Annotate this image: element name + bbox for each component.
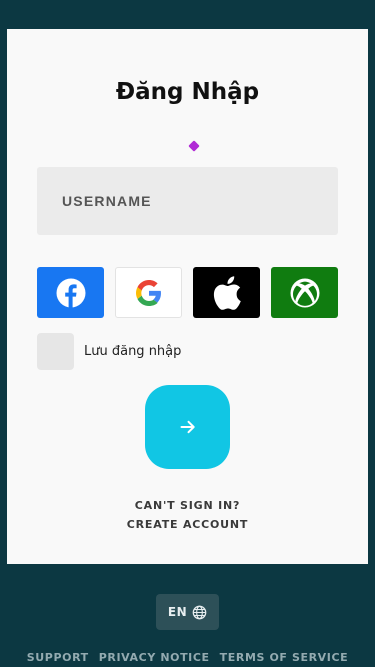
- language-code: EN: [167, 605, 188, 619]
- privacy-notice-link[interactable]: PRIVACY NOTICE: [99, 651, 210, 664]
- apple-icon: [213, 275, 241, 310]
- support-link[interactable]: SUPPORT: [27, 651, 89, 664]
- language-selector[interactable]: EN: [156, 594, 219, 630]
- submit-button[interactable]: [145, 385, 230, 469]
- create-account-link[interactable]: CREATE ACCOUNT: [7, 518, 368, 531]
- xbox-icon: [290, 278, 319, 307]
- apple-login-button[interactable]: [193, 267, 260, 318]
- diamond-icon: [188, 140, 200, 152]
- footer-links: SUPPORT PRIVACY NOTICE TERMS OF SERVICE: [0, 651, 375, 664]
- username-placeholder: USERNAME: [62, 193, 152, 209]
- remember-label: Lưu đăng nhập: [84, 344, 182, 359]
- google-icon: [135, 279, 161, 306]
- login-card: Đăng Nhập USERNAME Lưu đăng nhập CAN'T S…: [7, 29, 368, 564]
- facebook-icon: [56, 278, 85, 307]
- page-title: Đăng Nhập: [115, 79, 260, 105]
- facebook-login-button[interactable]: [37, 267, 104, 318]
- arrow-right-icon: [180, 420, 195, 434]
- terms-of-service-link[interactable]: TERMS OF SERVICE: [220, 651, 349, 664]
- remember-me: Lưu đăng nhập: [37, 333, 181, 370]
- globe-icon: [192, 605, 207, 619]
- username-input[interactable]: USERNAME: [37, 167, 338, 235]
- google-login-button[interactable]: [115, 267, 182, 318]
- remember-checkbox[interactable]: [37, 333, 74, 370]
- social-login-row: [37, 267, 338, 318]
- xbox-login-button[interactable]: [271, 267, 338, 318]
- cant-sign-in-link[interactable]: CAN'T SIGN IN?: [7, 499, 368, 512]
